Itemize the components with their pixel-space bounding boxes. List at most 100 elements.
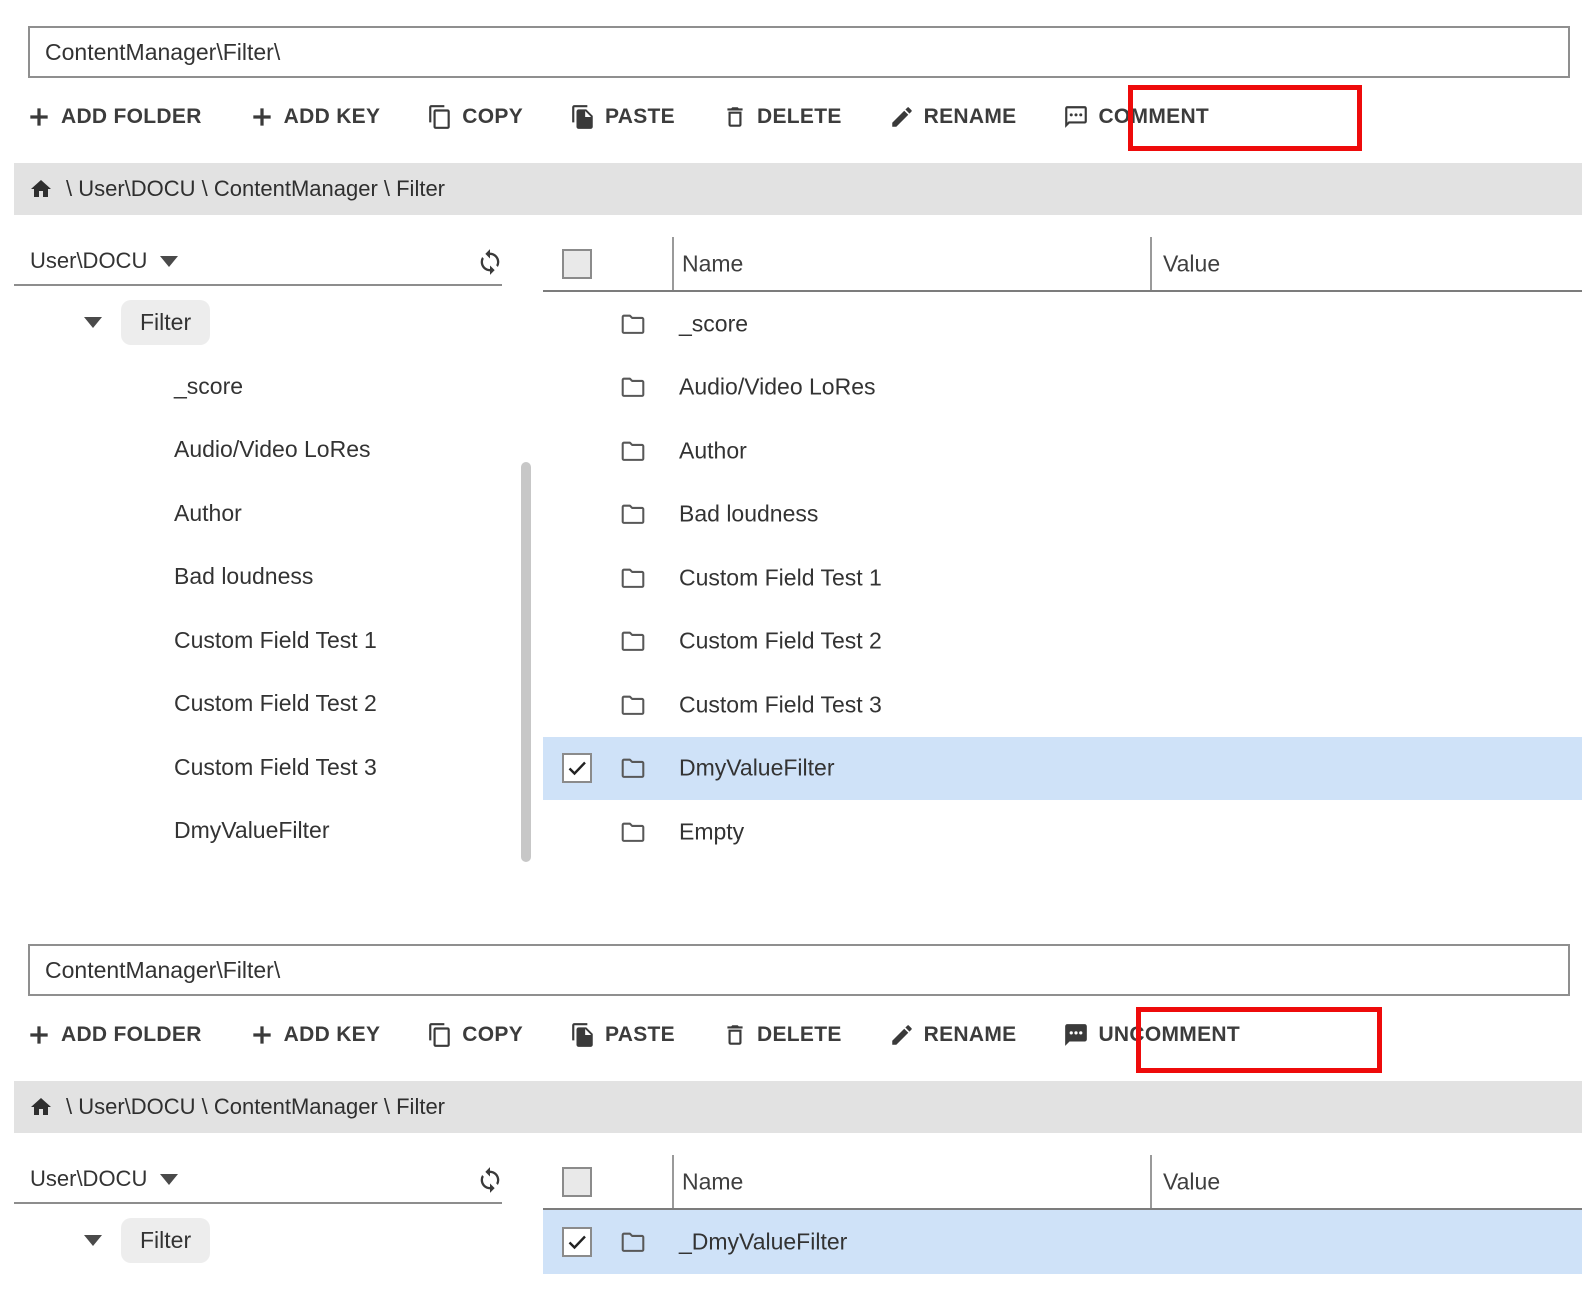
path-input[interactable] (28, 944, 1570, 996)
breadcrumb[interactable]: \ User\DOCU \ ContentManager \ Filter (14, 1081, 1582, 1133)
column-header-name[interactable]: Name (682, 250, 743, 277)
pencil-icon (889, 104, 915, 130)
registry-manager-app: ADD FOLDER ADD KEY COPY PASTE DELETE REN… (0, 0, 1582, 1294)
delete-button[interactable]: DELETE (722, 104, 842, 130)
annotation-rectangle (1128, 85, 1362, 151)
folder-icon (619, 374, 647, 400)
pencil-icon (889, 1022, 915, 1048)
toolbar: ADD FOLDER ADD KEY COPY PASTE DELETE REN… (26, 94, 1209, 140)
column-header-value[interactable]: Value (1163, 1168, 1220, 1195)
tree-item[interactable]: Bad loudness (0, 545, 510, 609)
chevron-down-icon[interactable] (84, 1235, 102, 1246)
panel-comment: ADD FOLDER ADD KEY COPY PASTE DELETE REN… (0, 0, 1582, 918)
tree-root-dropdown[interactable]: User\DOCU (30, 244, 178, 278)
vertical-scrollbar[interactable] (521, 462, 531, 862)
breadcrumb-path: \ User\DOCU \ ContentManager \ Filter (66, 1094, 445, 1120)
table-row[interactable]: Custom Field Test 1 (543, 546, 1582, 610)
rename-label: RENAME (924, 1023, 1017, 1047)
tree-root-label: User\DOCU (30, 248, 147, 274)
copy-icon (427, 1022, 453, 1048)
table-row[interactable]: Empty (543, 800, 1582, 864)
tree-item-filter[interactable]: Filter (0, 1209, 510, 1273)
copy-label: COPY (462, 105, 523, 129)
chevron-down-icon[interactable] (84, 317, 102, 328)
comment-outline-icon (1063, 104, 1089, 130)
folder-icon (619, 755, 647, 781)
home-icon[interactable] (29, 177, 53, 201)
table-row-selected[interactable]: _DmyValueFilter (543, 1210, 1582, 1274)
refresh-button[interactable] (476, 248, 504, 276)
tree: Filter _score Audio/Video LoRes Author B… (0, 291, 510, 863)
table-row[interactable]: Author (543, 419, 1582, 483)
tree-item[interactable]: Custom Field Test 3 (0, 736, 510, 800)
add-key-button[interactable]: ADD KEY (249, 104, 381, 130)
rename-button[interactable]: RENAME (889, 1022, 1017, 1048)
paste-icon (570, 1022, 596, 1048)
toolbar: ADD FOLDER ADD KEY COPY PASTE DELETE REN… (26, 1012, 1240, 1058)
column-divider (1150, 1155, 1152, 1208)
tree-root-label: User\DOCU (30, 1166, 147, 1192)
column-header-value[interactable]: Value (1163, 250, 1220, 277)
table-row[interactable]: Audio/Video LoRes (543, 356, 1582, 420)
row-checkbox-checked[interactable] (562, 753, 592, 783)
comment-filled-icon (1063, 1022, 1089, 1048)
add-key-label: ADD KEY (284, 105, 381, 129)
column-divider (1150, 237, 1152, 290)
delete-button[interactable]: DELETE (722, 1022, 842, 1048)
table-header: Name Value (543, 237, 1582, 290)
folder-icon (619, 819, 647, 845)
paste-button[interactable]: PASTE (570, 1022, 675, 1048)
tree-item-label[interactable]: Filter (121, 1218, 210, 1263)
paste-icon (570, 104, 596, 130)
add-folder-button[interactable]: ADD FOLDER (26, 104, 202, 130)
paste-button[interactable]: PASTE (570, 104, 675, 130)
tree-item[interactable]: Custom Field Test 2 (0, 672, 510, 736)
add-key-button[interactable]: ADD KEY (249, 1022, 381, 1048)
column-header-name[interactable]: Name (682, 1168, 743, 1195)
add-folder-label: ADD FOLDER (61, 1023, 202, 1047)
table-row[interactable]: Custom Field Test 3 (543, 673, 1582, 737)
table-row-selected[interactable]: DmyValueFilter (543, 737, 1582, 801)
tree-item[interactable]: Audio/Video LoRes (0, 418, 510, 482)
folder-icon (619, 438, 647, 464)
select-all-checkbox[interactable] (562, 249, 592, 279)
folder-icon (619, 692, 647, 718)
tree-item[interactable]: DmyValueFilter (0, 799, 510, 863)
home-icon[interactable] (29, 1095, 53, 1119)
plus-icon (249, 104, 275, 130)
copy-button[interactable]: COPY (427, 1022, 523, 1048)
path-input[interactable] (28, 26, 1570, 78)
folder-icon (619, 628, 647, 654)
breadcrumb[interactable]: \ User\DOCU \ ContentManager \ Filter (14, 163, 1582, 215)
folder-icon (619, 1229, 647, 1255)
table-row[interactable]: Custom Field Test 2 (543, 610, 1582, 674)
refresh-button[interactable] (476, 1166, 504, 1194)
tree-item[interactable]: _score (0, 355, 510, 419)
add-key-label: ADD KEY (284, 1023, 381, 1047)
tree-divider (14, 284, 502, 286)
panel-uncomment: ADD FOLDER ADD KEY COPY PASTE DELETE REN… (0, 918, 1582, 1294)
table-header: Name Value (543, 1155, 1582, 1208)
plus-icon (26, 104, 52, 130)
add-folder-label: ADD FOLDER (61, 105, 202, 129)
tree-item[interactable]: Author (0, 482, 510, 546)
row-checkbox-checked[interactable] (562, 1227, 592, 1257)
add-folder-button[interactable]: ADD FOLDER (26, 1022, 202, 1048)
paste-label: PASTE (605, 1023, 675, 1047)
tree-item-label[interactable]: Filter (121, 300, 210, 345)
trash-icon (722, 1022, 748, 1048)
chevron-down-icon (160, 256, 178, 267)
copy-button[interactable]: COPY (427, 104, 523, 130)
tree-item-filter[interactable]: Filter (0, 291, 510, 355)
rename-button[interactable]: RENAME (889, 104, 1017, 130)
plus-icon (249, 1022, 275, 1048)
tree: Filter (0, 1209, 510, 1273)
table-row[interactable]: Bad loudness (543, 483, 1582, 547)
select-all-checkbox[interactable] (562, 1167, 592, 1197)
paste-label: PASTE (605, 105, 675, 129)
tree-root-dropdown[interactable]: User\DOCU (30, 1162, 178, 1196)
table-row[interactable]: _score (543, 292, 1582, 356)
folder-table: Name Value _score Audio/Video LoRes Auth… (543, 237, 1582, 290)
folder-icon (619, 501, 647, 527)
tree-item[interactable]: Custom Field Test 1 (0, 609, 510, 673)
